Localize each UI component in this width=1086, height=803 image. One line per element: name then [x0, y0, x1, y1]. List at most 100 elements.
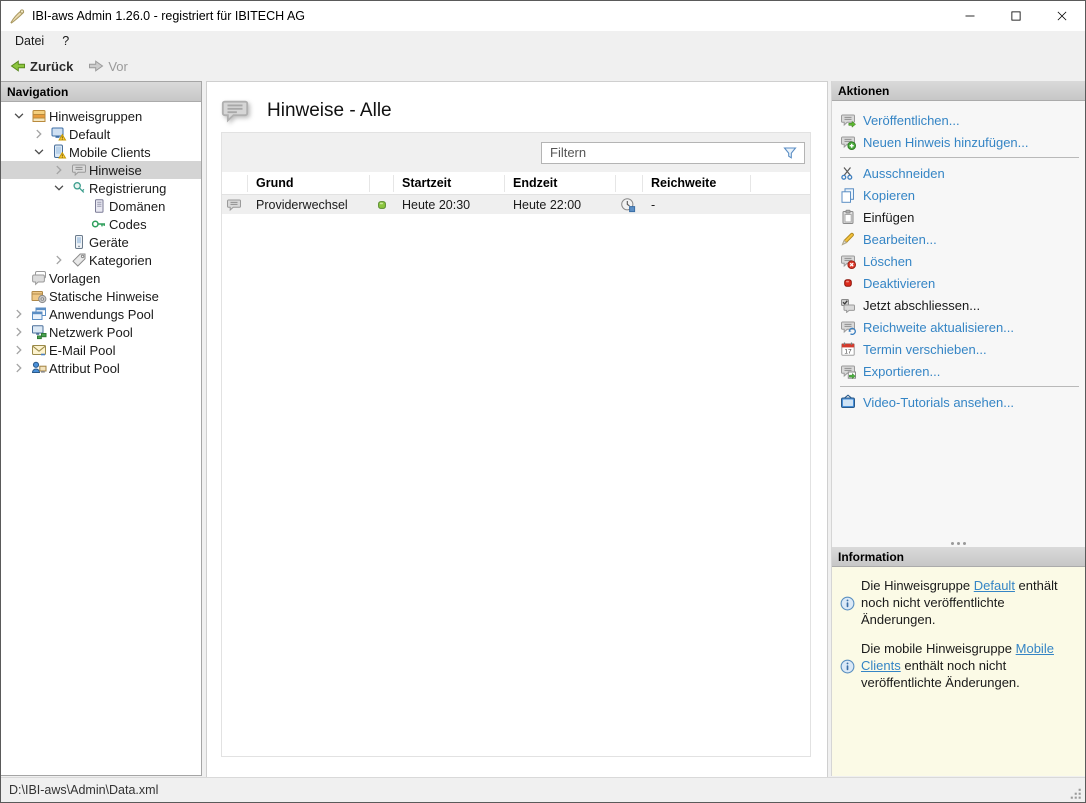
actions-list: Veröffentlichen... Neuen Hinweis hinzufü… — [832, 101, 1085, 547]
notice-groups-icon — [29, 108, 49, 124]
menu-datei[interactable]: Datei — [6, 32, 53, 50]
tree-item-anwendungs-pool[interactable]: Anwendungs Pool — [1, 305, 201, 323]
chevron-right-icon[interactable] — [49, 162, 69, 178]
action-kopieren[interactable]: Kopieren — [840, 184, 1085, 206]
back-button[interactable]: Zurück — [4, 55, 79, 77]
column-icon[interactable] — [222, 175, 248, 192]
delete-icon — [840, 253, 856, 269]
tree-item-hinweise[interactable]: Hinweise — [1, 161, 201, 179]
tree-item-attribut-pool[interactable]: Attribut Pool — [1, 359, 201, 377]
maximize-button[interactable] — [993, 1, 1039, 31]
actions-header: Aktionen — [832, 81, 1085, 101]
finish-now-icon — [840, 297, 856, 313]
row-endzeit: Heute 22:00 — [505, 198, 616, 212]
action-termin-verschieben[interactable]: 17 Termin verschieben... — [840, 338, 1085, 360]
tree-item-geraete[interactable]: Geräte — [1, 233, 201, 251]
action-exportieren[interactable]: Exportieren... — [840, 360, 1085, 382]
chevron-right-icon[interactable] — [29, 126, 49, 142]
tree-item-mobile-clients[interactable]: Mobile Clients — [1, 143, 201, 161]
action-bearbeiten[interactable]: Bearbeiten... — [840, 228, 1085, 250]
monitor-warning-icon — [49, 126, 69, 142]
tree-item-email-pool[interactable]: E-Mail Pool — [1, 341, 201, 359]
domain-book-icon — [89, 198, 109, 214]
action-neuen-hinweis-hinzufuegen[interactable]: Neuen Hinweis hinzufügen... — [840, 131, 1085, 153]
action-reichweite-aktualisieren[interactable]: Reichweite aktualisieren... — [840, 316, 1085, 338]
tree-item-default[interactable]: Default — [1, 125, 201, 143]
copy-icon — [840, 187, 856, 203]
navigation-header: Navigation — [1, 82, 201, 102]
tree-item-codes[interactable]: Codes — [1, 215, 201, 233]
status-bar: D:\IBI-aws\Admin\Data.xml — [1, 777, 1085, 802]
app-logo-icon — [9, 8, 25, 24]
tree-item-hinweisgruppen[interactable]: Hinweisgruppen — [1, 107, 201, 125]
menu-help[interactable]: ? — [53, 32, 78, 50]
column-reichweite[interactable]: Reichweite — [643, 175, 751, 192]
chevron-right-icon[interactable] — [49, 252, 69, 268]
filter-icon[interactable] — [782, 145, 798, 161]
cut-icon — [840, 165, 856, 181]
action-veroeffentlichen[interactable]: Veröffentlichen... — [840, 109, 1085, 131]
app-window: { "window": { "title": "IBI-aws Admin 1.… — [0, 0, 1086, 803]
information-header: Information — [832, 547, 1085, 567]
tree-item-registrierung[interactable]: Registrierung — [1, 179, 201, 197]
column-startzeit[interactable]: Startzeit — [394, 175, 505, 192]
chevron-right-icon[interactable] — [9, 342, 29, 358]
edit-icon — [840, 231, 856, 247]
tag-icon — [69, 252, 89, 268]
close-button[interactable] — [1039, 1, 1085, 31]
attribute-user-icon — [29, 360, 49, 376]
column-endzeit[interactable]: Endzeit — [505, 175, 616, 192]
reschedule-calendar-icon: 17 — [840, 341, 856, 357]
panel-splitter-grip[interactable] — [832, 542, 1085, 545]
information-panel: Die Hinweisgruppe Default enthält noch n… — [832, 567, 1085, 776]
minimize-button[interactable] — [947, 1, 993, 31]
device-phone-icon — [69, 234, 89, 250]
filter-box[interactable] — [541, 142, 805, 164]
row-startzeit: Heute 20:30 — [394, 198, 505, 212]
tree-item-vorlagen[interactable]: Vorlagen — [1, 269, 201, 287]
filter-input[interactable] — [542, 145, 782, 160]
app-windows-icon — [29, 306, 49, 322]
action-video-tutorials[interactable]: Video-Tutorials ansehen... — [840, 391, 1085, 413]
action-ausschneiden[interactable]: Ausschneiden — [840, 162, 1085, 184]
forward-button[interactable]: Vor — [82, 55, 134, 77]
action-loeschen[interactable]: Löschen — [840, 250, 1085, 272]
key-icon — [89, 216, 109, 232]
action-deaktivieren[interactable]: Deaktivieren — [840, 272, 1085, 294]
row-reichweite: - — [643, 198, 751, 212]
tree-item-statische-hinweise[interactable]: Statische Hinweise — [1, 287, 201, 305]
chevron-down-icon[interactable] — [49, 180, 69, 196]
static-box-icon — [29, 288, 49, 304]
action-jetzt-abschliessen[interactable]: Jetzt abschliessen... — [840, 294, 1085, 316]
column-status[interactable] — [370, 175, 394, 192]
back-arrow-icon — [10, 58, 26, 74]
data-file-path: D:\IBI-aws\Admin\Data.xml — [1, 783, 158, 797]
tree-item-netzwerk-pool[interactable]: Netzwerk Pool — [1, 323, 201, 341]
chevron-down-icon[interactable] — [9, 108, 29, 124]
navigation-tree: Hinweisgruppen Default Mobile Clients Hi… — [1, 102, 201, 775]
tree-item-kategorien[interactable]: Kategorien — [1, 251, 201, 269]
chevron-down-icon[interactable] — [29, 144, 49, 160]
column-grund[interactable]: Grund — [248, 175, 370, 192]
templates-icon — [29, 270, 49, 286]
actions-separator — [840, 157, 1079, 158]
action-einfuegen[interactable]: Einfügen — [840, 206, 1085, 228]
chevron-right-icon[interactable] — [9, 306, 29, 322]
navigation-panel: Navigation Hinweisgruppen Default Mobile… — [1, 81, 202, 776]
svg-text:17: 17 — [844, 349, 852, 356]
table-header: Grund Startzeit Endzeit Reichweite — [222, 172, 810, 195]
title-bar[interactable]: IBI-aws Admin 1.26.0 - registriert für I… — [1, 1, 1085, 31]
export-icon — [840, 363, 856, 379]
minimize-icon — [964, 10, 976, 22]
resize-grip[interactable] — [1069, 787, 1083, 801]
tree-item-domaenen[interactable]: Domänen — [1, 197, 201, 215]
video-tv-icon — [840, 394, 856, 410]
chevron-right-icon[interactable] — [9, 324, 29, 340]
chevron-right-icon[interactable] — [9, 360, 29, 376]
table-row[interactable]: Providerwechsel Heute 20:30 Heute 22:00 … — [222, 195, 810, 214]
deactivate-icon — [840, 275, 856, 291]
link-default[interactable]: Default — [974, 578, 1015, 593]
status-active-icon — [374, 197, 390, 213]
column-reach-icon[interactable] — [616, 175, 643, 192]
paste-icon — [840, 209, 856, 225]
